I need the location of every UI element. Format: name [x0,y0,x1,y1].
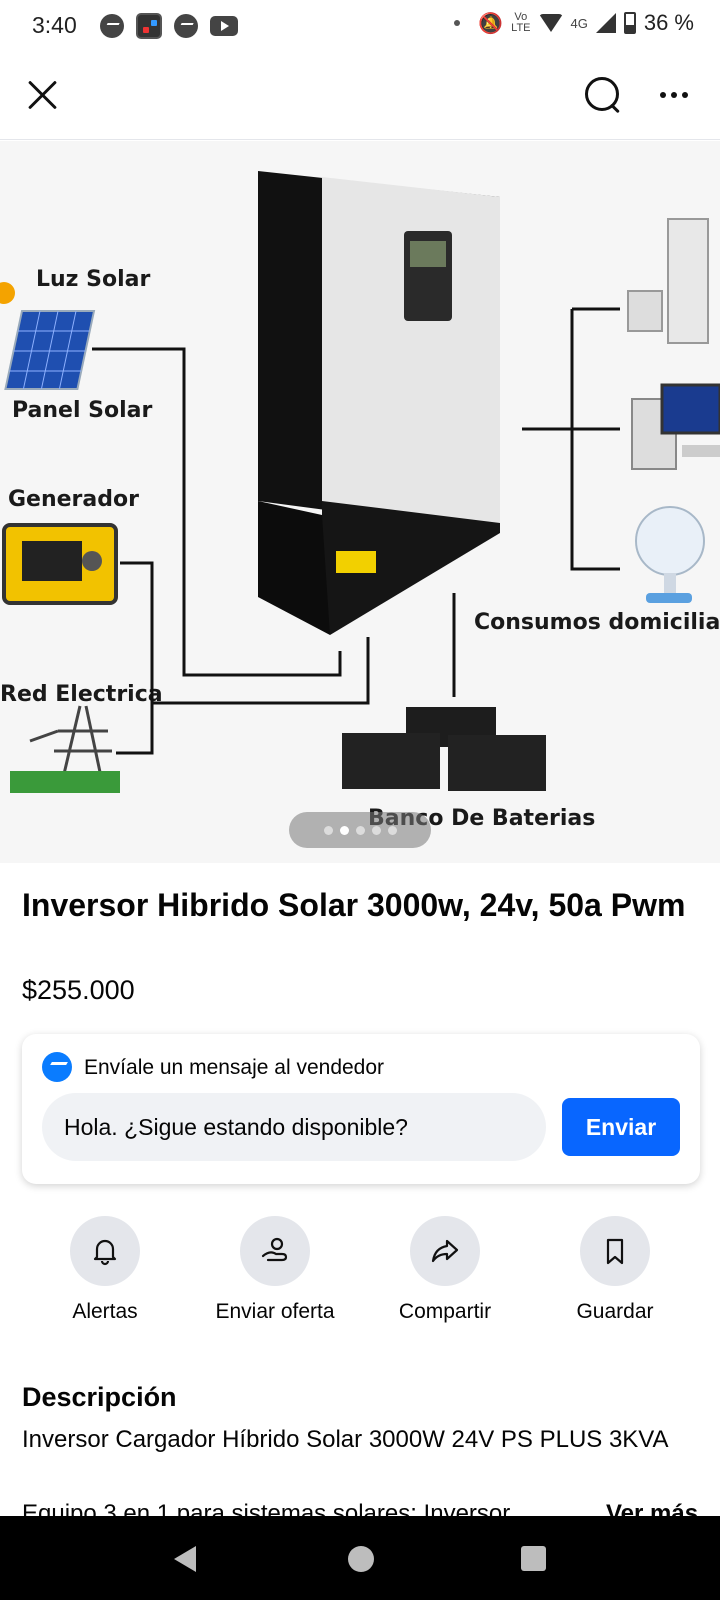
send-button[interactable]: Enviar [562,1098,680,1156]
battery-percent: 36 % [643,10,694,35]
search-icon[interactable] [584,76,622,114]
alerts-button[interactable]: Alertas [20,1216,190,1324]
youtube-notification-icon [210,16,238,36]
image-pager[interactable] [289,812,431,848]
panel-solar-label: Panel Solar [12,398,153,423]
grass-icon [10,771,120,793]
signal-icon [595,13,616,33]
more-icon[interactable] [660,92,688,98]
send-offer-button[interactable]: Enviar oferta [190,1216,360,1324]
generator-icon [2,523,118,605]
app-notification-icon [136,13,162,39]
save-label: Guardar [576,1300,654,1323]
product-price: $255.000 [22,975,135,1005]
generador-label: Generador [8,487,139,512]
notification-icons [100,13,238,39]
message-input[interactable] [42,1093,546,1161]
marketplace-listing-page: 3:40 🔕 Vo LTE 4G 36 % Luz Solar Panel So… [0,0,720,1600]
status-time: 3:40 [32,12,77,38]
send-offer-label: Enviar oferta [215,1300,335,1323]
dot-icon [454,20,461,26]
share-button[interactable]: Compartir [360,1216,530,1324]
bookmark-icon[interactable] [580,1216,650,1286]
network-type: 4G [570,15,588,31]
share-label: Compartir [398,1300,492,1323]
volte-icon: Vo LTE [511,12,530,34]
red-electrica-label: Red Electrica [0,682,163,707]
system-nav-bar [0,1516,720,1600]
home-icon[interactable] [348,1546,374,1572]
alerts-label: Alertas [72,1300,138,1323]
back-icon[interactable] [174,1546,196,1572]
consumos-label: Consumos domiciliari [474,610,720,635]
system-status-icons: 🔕 Vo LTE 4G 36 % [454,10,694,36]
lte-text: LTE [511,22,531,34]
pager-dot [355,825,365,835]
battery-icon [623,12,636,34]
description-heading: Descripción [22,1382,177,1412]
offer-icon[interactable] [240,1216,310,1286]
wifi-icon [538,14,563,32]
pager-dot [371,825,381,835]
action-buttons: Alertas Enviar oferta Compartir Guardar [0,1216,720,1336]
top-nav [0,56,720,140]
pager-dot [323,825,333,835]
product-title: Inversor Hibrido Solar 3000w, 24v, 50a P… [22,887,686,923]
mute-icon: 🔕 [478,12,504,35]
share-icon[interactable] [410,1216,480,1286]
close-icon[interactable] [26,78,60,112]
product-photo: Luz Solar Panel Solar Generador Red Elec… [0,141,720,863]
save-button[interactable]: Guardar [530,1216,700,1324]
luz-solar-label: Luz Solar [36,267,150,292]
pager-dot-active [339,825,349,835]
status-bar: 3:40 🔕 Vo LTE 4G 36 % [0,0,720,52]
messenger-notification-icon [100,14,124,38]
bell-icon[interactable] [70,1216,140,1286]
message-seller-card: Envíale un mensaje al vendedor Enviar [22,1034,700,1184]
pager-dot [387,825,397,835]
recent-apps-icon[interactable] [521,1546,546,1571]
solar-panel-icon [4,310,96,390]
messenger-notification-icon [174,14,198,38]
messenger-icon [42,1052,72,1082]
product-image[interactable]: Luz Solar Panel Solar Generador Red Elec… [0,141,720,863]
message-card-heading: Envíale un mensaje al vendedor [84,1056,385,1079]
description-text: Inversor Cargador Híbrido Solar 3000W 24… [22,1426,669,1453]
